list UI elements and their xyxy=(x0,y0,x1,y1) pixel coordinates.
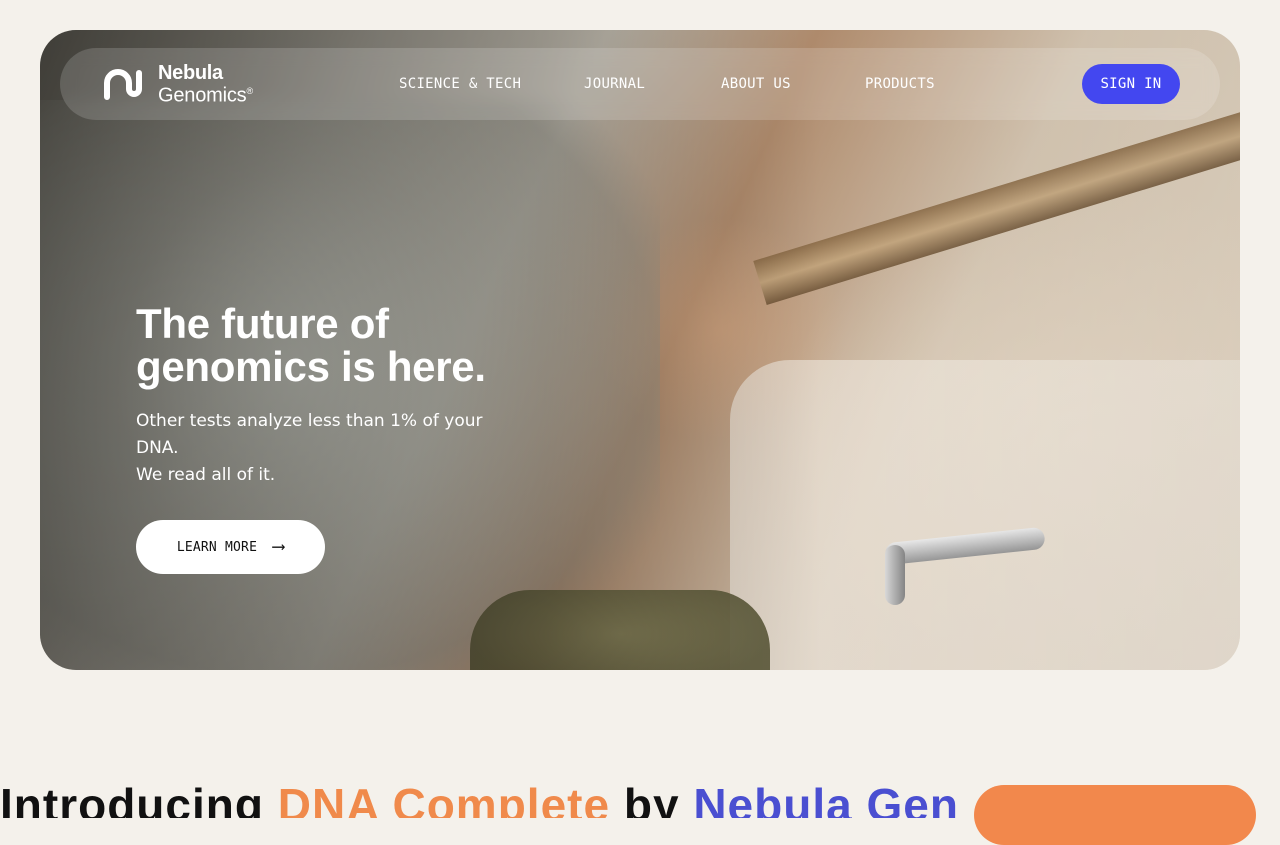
intro-word-introducing: Introducing xyxy=(0,779,278,818)
brand-name-line1: Nebula xyxy=(158,62,223,84)
long-arrow-right-icon: ⟶ xyxy=(273,536,285,557)
registered-mark: ® xyxy=(246,86,253,96)
top-navigation: Nebula Genomics® SCIENCE & TECH JOURNAL … xyxy=(60,48,1220,120)
sign-in-button[interactable]: SIGN IN xyxy=(1082,64,1180,104)
hero-subtext-line1: Other tests analyze less than 1% of your… xyxy=(136,411,483,458)
hero-subtext-line2: We read all of it. xyxy=(136,465,276,485)
orange-cta-button[interactable] xyxy=(974,785,1256,845)
learn-more-label: LEARN MORE xyxy=(176,539,258,555)
brand-name-line2-text: Genomics xyxy=(158,84,247,107)
brand-logo[interactable]: Nebula Genomics® xyxy=(102,62,253,107)
intro-heading: Introducing DNA Complete by Nebula Genom… xyxy=(0,778,960,818)
hero-headline: The future of genomics is here. xyxy=(136,300,486,390)
hero-subtext: Other tests analyze less than 1% of your… xyxy=(136,408,516,489)
nebula-logo-icon xyxy=(104,69,142,101)
brand-wordmark: Nebula Genomics® xyxy=(158,62,253,107)
intro-brand-name: Nebula Genomics xyxy=(693,779,960,818)
intro-word-by: by xyxy=(610,779,694,818)
nav-link-science-tech[interactable]: SCIENCE & TECH xyxy=(399,76,521,92)
brand-name-line2: Genomics® xyxy=(158,82,253,107)
learn-more-button[interactable]: LEARN MORE ⟶ xyxy=(136,520,325,574)
nav-link-products[interactable]: PRODUCTS xyxy=(865,76,935,92)
nav-link-journal[interactable]: JOURNAL xyxy=(584,76,645,92)
nav-link-about-us[interactable]: ABOUT US xyxy=(721,76,791,92)
intro-product-name: DNA Complete xyxy=(277,779,611,818)
